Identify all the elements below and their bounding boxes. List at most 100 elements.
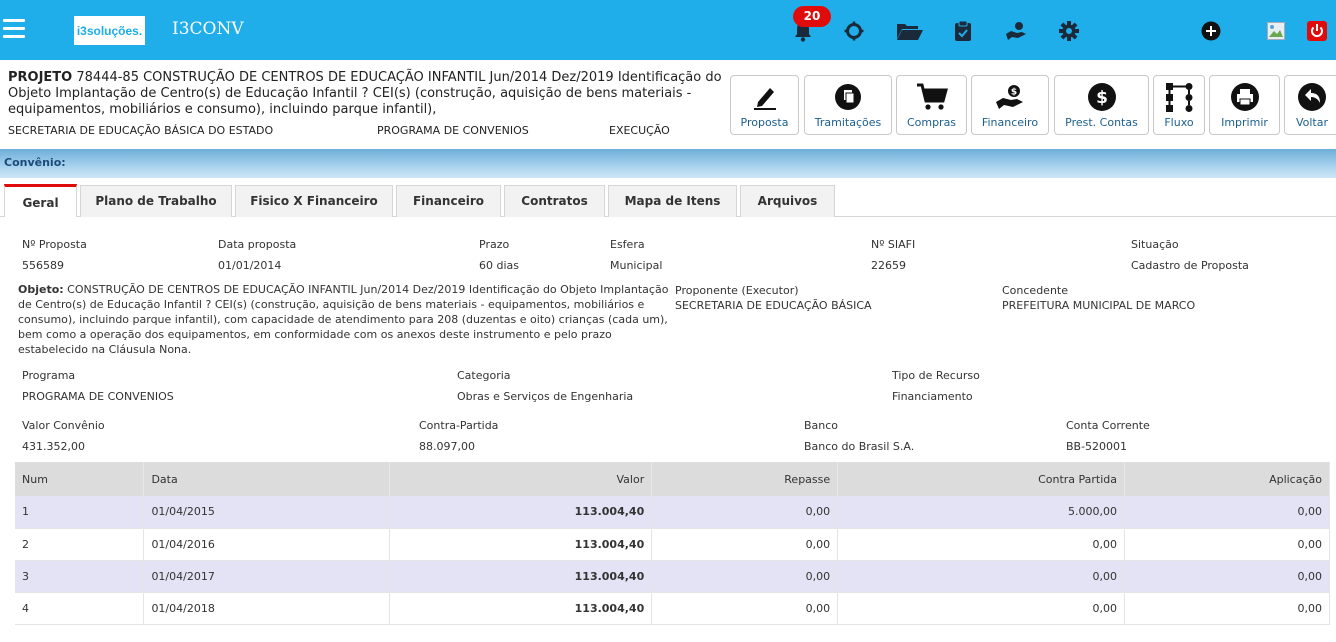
objeto-label: Objeto: xyxy=(18,283,64,296)
col-num-header[interactable]: Num xyxy=(15,462,145,496)
programa-value: PROGRAMA DE CONVENIOS xyxy=(22,390,174,403)
hand-coin-icon[interactable] xyxy=(1005,20,1027,42)
proponente-value: SECRETARIA DE EDUCAÇÃO BÁSICA xyxy=(675,299,872,312)
tab-mapa-de-itens[interactable]: Mapa de Itens xyxy=(608,185,737,217)
financeiro-action-button[interactable]: $ Financeiro xyxy=(971,75,1049,135)
table-row[interactable]: 4 01/04/2018 113.004,40 0,00 0,00 0,00 xyxy=(15,592,1330,625)
project-secretaria: SECRETARIA DE EDUCAÇÃO BÁSICA DO ESTADO xyxy=(8,124,274,137)
conta-corrente-value: BB-520001 xyxy=(1066,440,1128,453)
flow-icon xyxy=(1154,83,1204,112)
cell-valor: 113.004,40 xyxy=(389,560,653,593)
siafi-label: Nº SIAFI xyxy=(871,238,916,251)
gear-icon[interactable] xyxy=(1058,20,1080,42)
cell-data: 01/04/2015 xyxy=(143,496,391,529)
voltar-label: Voltar xyxy=(1295,116,1329,129)
fluxo-button[interactable]: Fluxo xyxy=(1153,75,1205,135)
plus-circle-icon[interactable] xyxy=(1200,20,1222,42)
dollar-icon: $ xyxy=(1055,83,1148,111)
col-data-header[interactable]: Data xyxy=(143,462,391,496)
imprimir-label: Imprimir xyxy=(1221,116,1268,129)
table-row[interactable]: 3 01/04/2017 113.004,40 0,00 0,00 0,00 xyxy=(15,560,1330,593)
cell-num: 4 xyxy=(15,592,145,625)
tab-contratos[interactable]: Contratos xyxy=(504,185,605,217)
prazo-value: 60 dias xyxy=(479,259,520,272)
convenio-bar: Convênio: xyxy=(0,149,1336,178)
hand-money-icon: $ xyxy=(972,83,1048,111)
cell-aplicacao: 0,00 xyxy=(1124,528,1330,561)
clipboard-check-icon[interactable] xyxy=(952,20,974,42)
power-icon[interactable] xyxy=(1306,20,1328,42)
compras-button[interactable]: Compras xyxy=(896,75,967,135)
settings-cog-outline-icon[interactable] xyxy=(843,20,865,42)
notification-badge[interactable]: 20 xyxy=(793,6,831,27)
cell-contra-partida: 0,00 xyxy=(837,528,1126,561)
proposta-button[interactable]: Proposta xyxy=(730,75,799,135)
tab-arquivos[interactable]: Arquivos xyxy=(740,185,835,217)
tab-fisico-x-financeiro[interactable]: Fisico X Financeiro xyxy=(235,185,393,217)
n-proposta-label: Nº Proposta xyxy=(22,238,87,251)
esfera-label: Esfera xyxy=(610,238,645,251)
col-repasse-header[interactable]: Repasse xyxy=(651,462,839,496)
tramitacoes-button[interactable]: Tramitações xyxy=(804,75,892,135)
fluxo-label: Fluxo xyxy=(1164,116,1194,129)
table-row[interactable]: 2 01/04/2016 113.004,40 0,00 0,00 0,00 xyxy=(15,528,1330,561)
tipo-recurso-value: Financiamento xyxy=(892,390,973,403)
convenio-title: Convênio: xyxy=(4,156,66,169)
top-navbar: i3soluções. I3CONV 20 xyxy=(0,0,1336,60)
back-icon xyxy=(1285,83,1336,111)
tipo-recurso-label: Tipo de Recurso xyxy=(892,369,980,382)
prest-contas-button[interactable]: $ Prest. Contas xyxy=(1054,75,1149,135)
hamburger-menu-icon[interactable] xyxy=(3,19,25,41)
cell-num: 3 xyxy=(15,560,145,593)
objeto-description: Objeto: CONSTRUÇÃO DE CENTROS DE EDUCAÇÃ… xyxy=(18,282,670,357)
table-row[interactable]: 1 01/04/2015 113.004,40 0,00 5.000,00 0,… xyxy=(15,496,1330,529)
company-logo[interactable]: i3soluções. xyxy=(74,16,145,45)
compras-label: Compras xyxy=(906,116,957,129)
folder-open-icon[interactable] xyxy=(896,20,924,42)
esfera-value: Municipal xyxy=(610,259,663,272)
printer-icon xyxy=(1210,83,1279,111)
tab-plano-de-trabalho[interactable]: Plano de Trabalho xyxy=(80,185,232,217)
copy-icon xyxy=(805,83,891,111)
cell-contra-partida: 5.000,00 xyxy=(837,496,1126,529)
imprimir-button[interactable]: Imprimir xyxy=(1209,75,1280,135)
tramitacoes-label: Tramitações xyxy=(814,116,882,129)
proponente-label: Proponente (Executor) xyxy=(675,284,799,297)
data-proposta-value: 01/01/2014 xyxy=(218,259,282,272)
project-description: PROJETO 78444-85 CONSTRUÇÃO DE CENTROS D… xyxy=(8,70,728,118)
proposta-label: Proposta xyxy=(740,116,789,129)
banco-label: Banco xyxy=(804,419,839,432)
concedente-label: Concedente xyxy=(1002,284,1068,297)
col-valor-header[interactable]: Valor xyxy=(389,462,653,496)
pen-icon xyxy=(731,83,798,111)
voltar-button[interactable]: Voltar xyxy=(1284,75,1336,135)
cell-aplicacao: 0,00 xyxy=(1124,592,1330,625)
categoria-value: Obras e Serviços de Engenharia xyxy=(457,390,634,403)
tab-financeiro[interactable]: Financeiro xyxy=(396,185,501,217)
prest-contas-label: Prest. Contas xyxy=(1065,116,1138,129)
siafi-value: 22659 xyxy=(871,259,906,272)
cart-icon xyxy=(897,83,966,111)
valor-convenio-value: 431.352,00 xyxy=(22,440,85,453)
col-aplicacao-header[interactable]: Aplicação xyxy=(1124,462,1330,496)
cell-repasse: 0,00 xyxy=(651,496,839,529)
svg-text:$: $ xyxy=(1096,88,1108,108)
situacao-label: Situação xyxy=(1131,238,1179,251)
cell-contra-partida: 0,00 xyxy=(837,560,1126,593)
contra-partida-value: 88.097,00 xyxy=(419,440,475,453)
project-label: PROJETO xyxy=(8,70,73,85)
financeiro-action-label: Financeiro xyxy=(981,116,1039,129)
cell-repasse: 0,00 xyxy=(651,592,839,625)
cell-aplicacao: 0,00 xyxy=(1124,496,1330,529)
table-header-row: Num Data Valor Repasse Contra Partida Ap… xyxy=(15,462,1330,496)
cell-repasse: 0,00 xyxy=(651,528,839,561)
valor-convenio-label: Valor Convênio xyxy=(22,419,105,432)
tab-geral[interactable]: Geral xyxy=(4,184,77,217)
project-programa: PROGRAMA DE CONVENIOS xyxy=(377,124,529,137)
col-contra-partida-header[interactable]: Contra Partida xyxy=(837,462,1126,496)
contra-partida-label: Contra-Partida xyxy=(419,419,499,432)
conta-corrente-label: Conta Corrente xyxy=(1066,419,1150,432)
banco-value: Banco do Brasil S.A. xyxy=(804,440,915,453)
cell-contra-partida: 0,00 xyxy=(837,592,1126,625)
user-avatar-icon[interactable] xyxy=(1265,20,1287,42)
